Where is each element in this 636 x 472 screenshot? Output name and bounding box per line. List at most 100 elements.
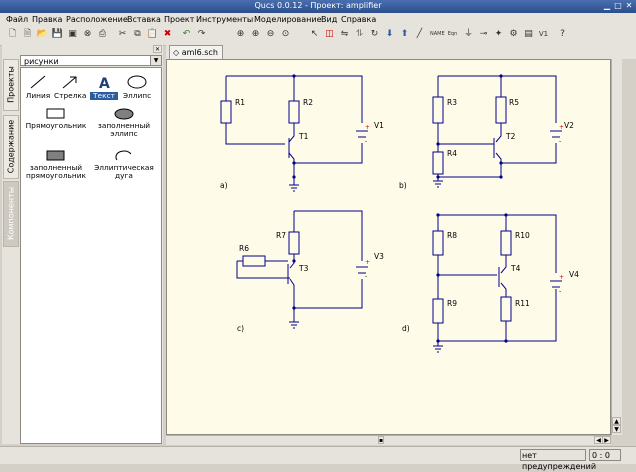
painting-palette: Линия Стрелка A Текст Эллипс Прямоугольн…	[20, 67, 162, 444]
label-r5: R5	[509, 98, 519, 107]
label-t1: T1	[298, 132, 309, 141]
simulate-icon[interactable]: ⚙	[507, 28, 520, 41]
zoom-in-icon[interactable]: ⊕	[249, 28, 262, 41]
component-group-select[interactable]: рисунки ▼	[20, 55, 162, 66]
cut-icon[interactable]: ✂	[116, 28, 129, 41]
new-icon[interactable]: 🗋	[6, 28, 19, 41]
exit-subcircuit-icon[interactable]: ⬆	[398, 28, 411, 41]
menu-positioning[interactable]: Расположение	[66, 15, 128, 24]
label-r8: R8	[447, 231, 457, 240]
delete-icon[interactable]: ✖	[161, 28, 174, 41]
marker-icon[interactable]: ✦	[492, 28, 505, 41]
tab-projects[interactable]: Проекты	[3, 59, 19, 111]
palette-text[interactable]: A Текст	[90, 74, 118, 100]
select-icon[interactable]: ↖	[308, 28, 321, 41]
document-icon: ◇	[173, 48, 180, 57]
view-data-icon[interactable]: ▤	[522, 28, 535, 41]
paste-icon[interactable]: 📋	[146, 28, 159, 41]
rotate-icon[interactable]: ↻	[368, 28, 381, 41]
menu-tools[interactable]: Инструменты	[196, 15, 253, 24]
palette-elliptic-arc[interactable]: Эллиптическая дуга	[89, 150, 159, 180]
scroll-thumb[interactable]: ▪	[378, 436, 384, 444]
minimize-icon[interactable]: ▁	[602, 1, 612, 11]
palette-filled-rectangle[interactable]: заполненный прямоугольник	[23, 150, 89, 180]
circuit-a: R1 R2 T1 V1 a) + -	[220, 75, 384, 192]
line-icon	[30, 75, 46, 89]
menu-insert[interactable]: Вставка	[127, 15, 161, 24]
label-r7: R7	[276, 231, 286, 240]
menu-project[interactable]: Проект	[164, 15, 194, 24]
wire-icon[interactable]: ╱	[413, 28, 426, 41]
tab-components[interactable]: Компоненты	[3, 181, 19, 247]
maximize-icon[interactable]: □	[613, 1, 623, 11]
vertical-scrollbar[interactable]: ▲ ▼	[611, 59, 622, 435]
scroll-down-icon[interactable]: ▼	[612, 425, 621, 433]
close-icon[interactable]: ✕	[624, 1, 634, 11]
document-tabbar: ◇ aml6.sch	[166, 45, 636, 59]
label-r3: R3	[447, 98, 457, 107]
text-icon: A	[99, 76, 110, 92]
palette-line[interactable]: Линия	[24, 74, 52, 100]
plus-v2: +	[559, 124, 564, 131]
junction-dots	[292, 74, 508, 343]
arrow-icon	[62, 76, 77, 89]
palette-rectangle[interactable]: Прямоугольник	[23, 108, 89, 130]
document-tab-label: aml6.sch	[181, 48, 218, 57]
save-icon[interactable]: 💾	[51, 28, 64, 41]
wire-label-icon[interactable]: NAME	[430, 28, 445, 41]
copy-icon[interactable]: ⧉	[131, 28, 144, 41]
zoom-out-icon[interactable]: ⊖	[264, 28, 277, 41]
document-tab[interactable]: ◇ aml6.sch	[169, 45, 223, 59]
circuit-b: R3 R5 T2 V2 R4 b) + -	[399, 75, 574, 190]
close-document-icon[interactable]: ⊗	[81, 28, 94, 41]
label-r2: R2	[303, 98, 313, 107]
ground-icon[interactable]: ⏚	[462, 28, 475, 41]
component-group-value: рисунки	[24, 57, 59, 66]
redo-icon[interactable]: ↷	[195, 28, 208, 41]
scroll-up-icon[interactable]: ▲	[612, 417, 621, 425]
zoom-fit-icon[interactable]: ⊕	[234, 28, 247, 41]
mirror-x-icon[interactable]: ⇋	[338, 28, 351, 41]
whats-this-icon[interactable]: ?	[556, 28, 569, 41]
schematic-canvas[interactable]: R1 R2 T1 V1 a) + - R3 R5 T2 V2 R4 b) + -…	[166, 59, 611, 435]
cursor-position: 0 : 0	[589, 449, 621, 461]
toolbar: 🗋 🗎 📂 💾 ▣ ⊗ ⎙ ✂ ⧉ 📋 ✖ ↶ ↷ ⊕ ⊕ ⊖ ⊙ ↖ ◫ ⇋ …	[0, 26, 636, 46]
new-text-icon[interactable]: 🗎	[21, 28, 34, 41]
tab-content[interactable]: Содержание	[3, 115, 19, 179]
label-t4: T4	[510, 264, 521, 273]
enter-subcircuit-icon[interactable]: ⬇	[383, 28, 396, 41]
side-tabs: Проекты Содержание Компоненты	[2, 57, 19, 444]
menu-file[interactable]: Файл	[6, 15, 28, 24]
menu-view[interactable]: Вид	[321, 15, 337, 24]
undo-icon[interactable]: ↶	[180, 28, 193, 41]
zoom-one-icon[interactable]: ⊙	[279, 28, 292, 41]
svg-text:A: A	[99, 76, 110, 90]
label-r10: R10	[515, 231, 530, 240]
ellipse-icon	[127, 75, 147, 89]
port-icon[interactable]: ⊸	[477, 28, 490, 41]
label-b: b)	[399, 181, 407, 190]
warnings-status: нет предупреждений	[520, 449, 597, 471]
label-r9: R9	[447, 299, 457, 308]
palette-filled-ellipse[interactable]: заполненный эллипс	[89, 108, 159, 138]
palette-arrow[interactable]: Стрелка	[54, 74, 86, 100]
rectangle-icon	[46, 108, 65, 119]
marker-v1-icon[interactable]: V1	[537, 28, 550, 41]
circuit-c: R7 R6 T3 V3 c) + -	[236, 210, 384, 333]
menu-help[interactable]: Справка	[341, 15, 376, 24]
label-v3: V3	[374, 252, 384, 261]
mirror-y-icon[interactable]: ⥮	[353, 28, 366, 41]
open-icon[interactable]: 📂	[36, 28, 49, 41]
menu-simulation[interactable]: Моделирование	[254, 15, 322, 24]
menu-edit[interactable]: Правка	[32, 15, 62, 24]
print-icon[interactable]: ⎙	[96, 28, 109, 41]
menu-bar: Файл Правка Расположение Вставка Проект …	[0, 13, 636, 26]
equation-icon[interactable]: Eqn	[446, 28, 459, 41]
horizontal-scrollbar[interactable]: ▪ ◀ ▶	[166, 435, 611, 445]
palette-ellipse[interactable]: Эллипс	[119, 74, 155, 100]
edit-activate-icon[interactable]: ◫	[323, 28, 336, 41]
save-all-icon[interactable]: ▣	[66, 28, 79, 41]
minus-v1: -	[365, 138, 367, 145]
scroll-right-icon[interactable]: ▶	[602, 436, 611, 444]
panel-close-icon[interactable]: ✕	[153, 45, 162, 53]
